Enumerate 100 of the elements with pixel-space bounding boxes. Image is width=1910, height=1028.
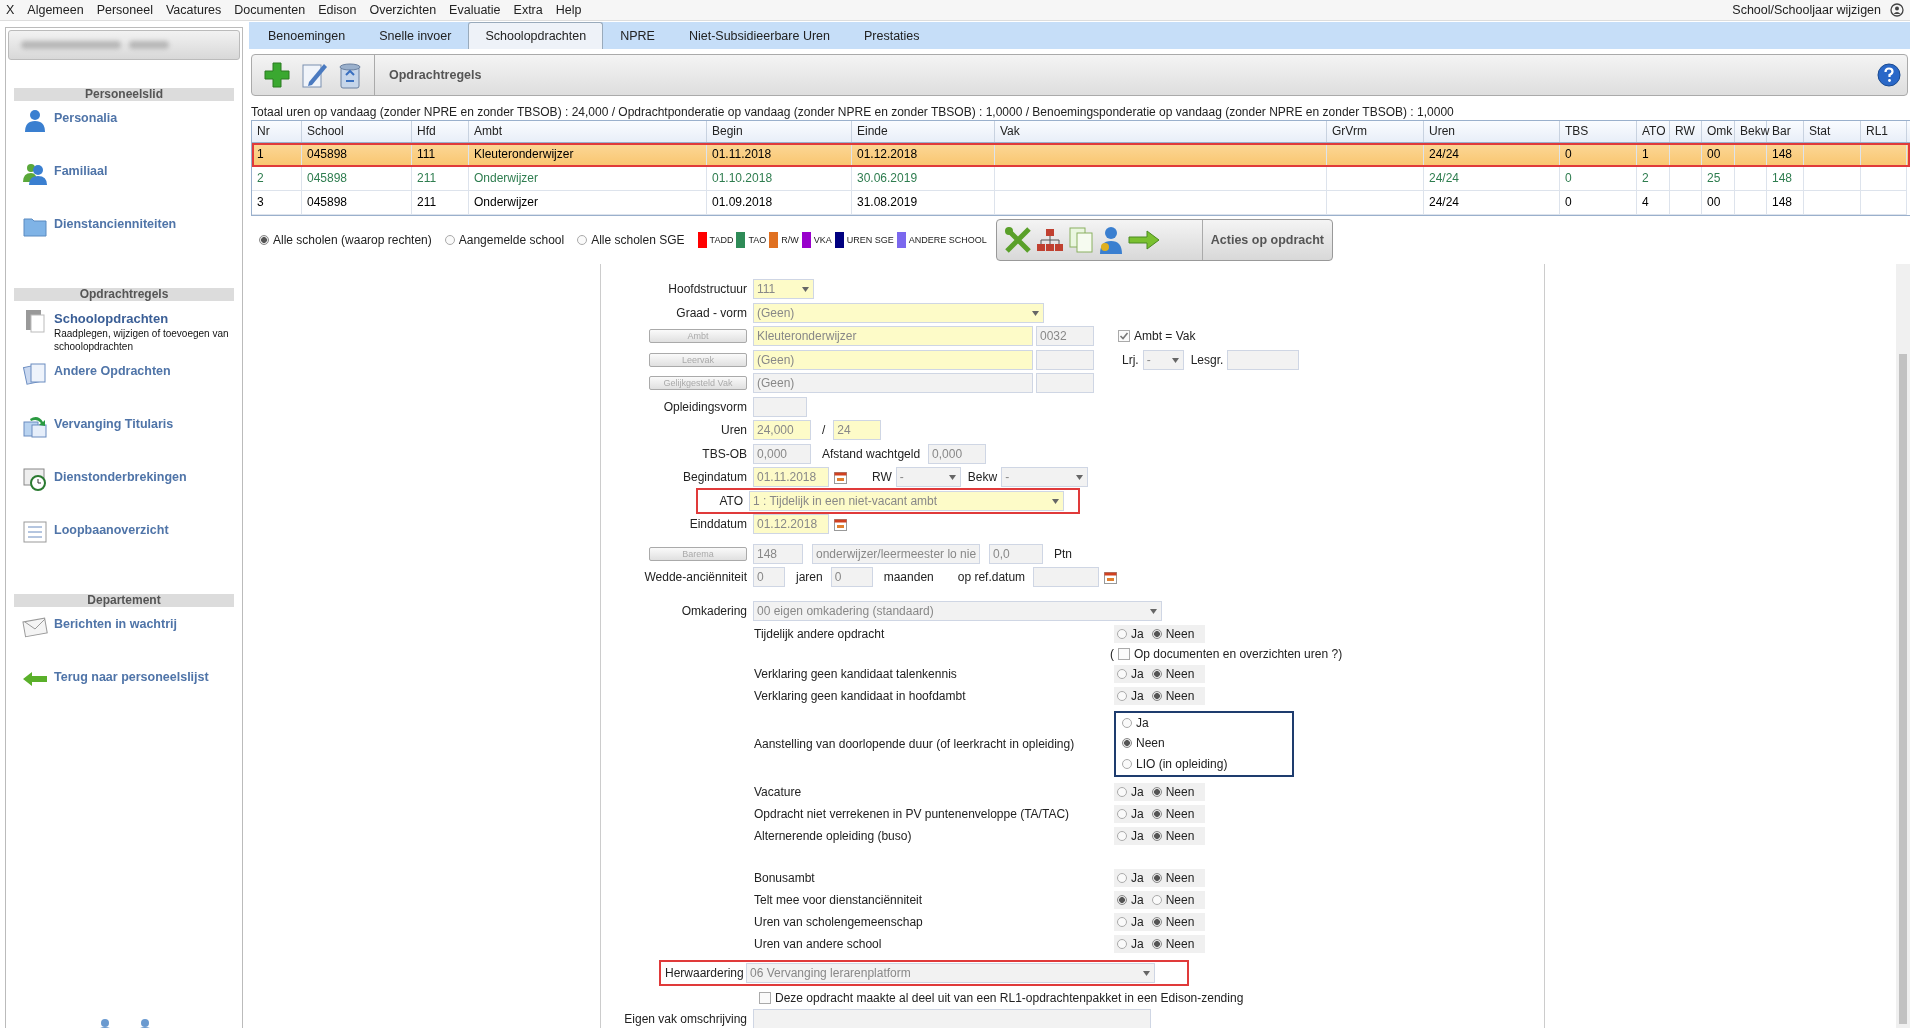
- column-header[interactable]: Einde: [852, 120, 995, 142]
- checkbox-option[interactable]: Ambt = Vak: [1118, 329, 1196, 344]
- radio-option[interactable]: Neen: [1151, 870, 1195, 885]
- column-header[interactable]: Uren: [1424, 120, 1560, 142]
- radio-icon[interactable]: [1151, 628, 1162, 639]
- scrollbar[interactable]: [1896, 263, 1910, 1028]
- table-row[interactable]: 3 045898 211 Onderwijzer 01.09.2018 31.08.2019 24/24 0 4 00 148: [252, 190, 1910, 215]
- sidebar-link[interactable]: Vervanging Titularis: [54, 417, 174, 431]
- radio-option[interactable]: Ja: [1117, 626, 1144, 641]
- radio-icon[interactable]: [577, 234, 588, 245]
- radio-option[interactable]: Neen: [1151, 892, 1195, 907]
- radio-option[interactable]: Ja: [1117, 914, 1144, 929]
- training-field[interactable]: [753, 396, 807, 417]
- radio-option[interactable]: Ja: [1122, 715, 1279, 730]
- tab[interactable]: Niet-Subsidieerbare Uren: [671, 22, 847, 50]
- radio-option[interactable]: LIO (in opleiding): [1122, 757, 1279, 772]
- radio-icon[interactable]: [1117, 916, 1127, 927]
- sidebar-link[interactable]: Schoolopdrachten: [54, 311, 232, 326]
- radio-option[interactable]: Aangemelde school: [444, 232, 565, 247]
- person-icon[interactable]: [22, 107, 48, 133]
- radio-option[interactable]: Neen: [1151, 914, 1195, 929]
- column-header[interactable]: TBS: [1560, 120, 1637, 142]
- description-field[interactable]: [753, 1009, 1151, 1028]
- radio-option[interactable]: Neen: [1151, 784, 1195, 799]
- account-dropdown[interactable]: [8, 30, 240, 60]
- actions-button[interactable]: Acties op opdracht: [1202, 219, 1332, 260]
- radio-icon[interactable]: [1122, 759, 1132, 770]
- menu-item[interactable]: Algemeen: [27, 3, 84, 17]
- checkbox-option[interactable]: Deze opdracht maakte al deel uit van een RL1-opdrachtenpakket in een Edison-zending: [759, 991, 1244, 1006]
- date-field[interactable]: 01.11.2018: [753, 467, 829, 488]
- school-year-link[interactable]: School/Schooljaar wijzigen: [1732, 3, 1881, 17]
- radio-icon[interactable]: [1117, 690, 1127, 701]
- menu-item[interactable]: X: [6, 3, 15, 17]
- menu-item[interactable]: Extra: [513, 3, 543, 17]
- radio-option[interactable]: Ja: [1117, 870, 1144, 885]
- radio-option[interactable]: Ja: [1117, 892, 1144, 907]
- radio-icon[interactable]: [1122, 717, 1132, 728]
- radio-icon[interactable]: [1151, 894, 1162, 905]
- ato-select[interactable]: 1 : Tijdelijk in een niet-vacant ambt: [749, 490, 1064, 511]
- column-header[interactable]: ATO: [1637, 120, 1670, 142]
- radio-icon[interactable]: [1117, 668, 1127, 679]
- radio-option[interactable]: Ja: [1117, 666, 1144, 681]
- column-header[interactable]: Ambt: [469, 120, 707, 142]
- checkbox-option[interactable]: Op documenten en overzichten uren ?): [1118, 646, 1343, 661]
- calendar-icon[interactable]: [834, 517, 847, 531]
- column-header[interactable]: RW: [1670, 120, 1702, 142]
- radio-icon[interactable]: [1151, 786, 1162, 797]
- column-header[interactable]: GrVrm: [1327, 120, 1424, 142]
- radio-icon[interactable]: [1151, 808, 1162, 819]
- radio-option[interactable]: Neen: [1151, 666, 1195, 681]
- radio-option[interactable]: Neen: [1151, 806, 1195, 821]
- tab[interactable]: Schoolopdrachten: [468, 22, 604, 50]
- radio-option[interactable]: Neen: [1151, 688, 1195, 703]
- radio-icon[interactable]: [1151, 668, 1162, 679]
- radio-option[interactable]: Ja: [1117, 806, 1144, 821]
- radio-option[interactable]: Alle scholen (waarop rechten): [259, 232, 432, 247]
- sidebar-link[interactable]: Dienstonderbrekingen: [54, 470, 187, 484]
- help-icon[interactable]: [1877, 62, 1901, 87]
- hours-total-field[interactable]: 24: [833, 420, 882, 441]
- column-header[interactable]: Hfd: [412, 120, 469, 142]
- tab[interactable]: Snelle invoer: [362, 22, 469, 50]
- docs-icon[interactable]: [22, 360, 48, 386]
- radio-icon[interactable]: [1117, 628, 1127, 639]
- column-header[interactable]: Nr: [252, 120, 302, 142]
- menu-item[interactable]: Edison: [318, 3, 357, 17]
- tab[interactable]: Prestaties: [847, 22, 937, 50]
- date-field[interactable]: [1033, 567, 1100, 588]
- column-header[interactable]: School: [302, 120, 412, 142]
- hours-field[interactable]: 24,000: [753, 420, 811, 441]
- sidebar-link[interactable]: Andere Opdrachten: [54, 364, 171, 378]
- tab[interactable]: NPRE: [603, 22, 672, 50]
- radio-icon[interactable]: [1117, 786, 1127, 797]
- radio-icon[interactable]: [259, 234, 269, 245]
- grade-field[interactable]: [1227, 349, 1300, 370]
- menu-item[interactable]: Personeel: [96, 3, 153, 17]
- grade-select[interactable]: (Geen): [753, 302, 1044, 323]
- radio-icon[interactable]: [1151, 830, 1162, 841]
- column-header[interactable]: Stat: [1804, 120, 1861, 142]
- radio-icon[interactable]: [1117, 830, 1127, 841]
- radio-option[interactable]: Alle scholen SGE: [577, 232, 685, 247]
- radio-icon[interactable]: [1117, 872, 1127, 883]
- user-icon[interactable]: [1890, 3, 1904, 17]
- sidebar-link[interactable]: Loopbaanoverzicht: [54, 523, 169, 537]
- date-field[interactable]: 01.12.2018: [753, 514, 829, 535]
- sidebar-link[interactable]: Familiaal: [54, 164, 108, 178]
- sidebar-link[interactable]: Dienstancienniteiten: [54, 217, 177, 231]
- menu-item[interactable]: Overzichten: [369, 3, 437, 17]
- table-row[interactable]: 2 045898 211 Onderwijzer 01.10.2018 30.06.2019 24/24 0 2 25 148: [252, 166, 1910, 191]
- radio-option[interactable]: Neen: [1151, 626, 1195, 641]
- column-header[interactable]: RL1: [1861, 120, 1907, 142]
- radio-option[interactable]: Neen: [1151, 828, 1195, 843]
- sidebar-link[interactable]: Berichten in wachtrij: [54, 617, 177, 631]
- radio-icon[interactable]: [1151, 872, 1162, 883]
- radio-option[interactable]: Neen: [1151, 936, 1195, 951]
- table-row[interactable]: 1 045898 111 Kleuteronderwijzer 01.11.2018 01.12.2018 24/24 0 1 00 148: [252, 142, 1910, 167]
- radio-icon[interactable]: [1151, 938, 1162, 949]
- subject-field[interactable]: (Geen): [753, 349, 1033, 370]
- radio-option[interactable]: Ja: [1117, 784, 1144, 799]
- radio-option[interactable]: Ja: [1117, 936, 1144, 951]
- calendar-icon[interactable]: [834, 470, 847, 484]
